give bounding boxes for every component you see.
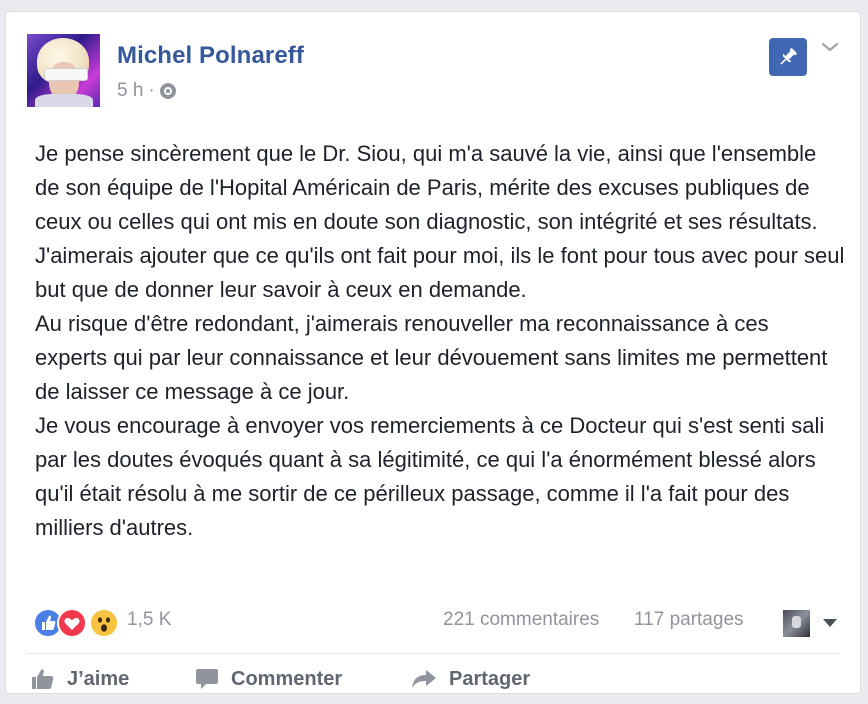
comment-icon <box>196 669 218 689</box>
comment-label: Commenter <box>231 667 343 690</box>
post-paragraph: Je vous encourage à envoyer vos remercie… <box>35 413 825 540</box>
pin-icon <box>780 48 797 65</box>
caret-down-icon[interactable] <box>823 619 837 627</box>
page-avatar-selector[interactable] <box>783 610 810 637</box>
like-button[interactable]: J’aime <box>31 660 129 698</box>
avatar-glasses <box>44 68 88 81</box>
post-paragraph: Je pense sincèrement que le Dr. Siou, qu… <box>35 141 818 234</box>
share-icon <box>412 670 436 688</box>
love-reaction-icon[interactable] <box>57 608 87 638</box>
reaction-count[interactable]: 1,5 K <box>127 609 171 631</box>
shares-count[interactable]: 117 partages <box>634 609 744 631</box>
comment-button[interactable]: Commenter <box>195 660 342 698</box>
author-avatar[interactable] <box>27 34 100 107</box>
chevron-down-icon[interactable] <box>820 40 840 54</box>
post-paragraph: Au risque d'être redondant, j'aimerais r… <box>35 311 828 404</box>
like-label: J’aime <box>67 667 130 690</box>
post-card: Michel Polnareff 5 h · Je pense sincèrem… <box>5 11 861 694</box>
post-meta: 5 h · <box>117 80 176 102</box>
author-name[interactable]: Michel Polnareff <box>117 42 304 70</box>
globe-icon[interactable] <box>159 83 176 99</box>
action-bar: J’aime Commenter Partager <box>27 660 839 700</box>
comments-count[interactable]: 221 commentaires <box>443 609 599 631</box>
post-text: Je pense sincèrement que le Dr. Siou, qu… <box>35 137 845 545</box>
pin-button[interactable] <box>769 38 807 76</box>
meta-separator: · <box>148 80 155 101</box>
thumbs-up-icon <box>32 669 54 689</box>
reactions-bar: 1,5 K 221 commentaires 117 partages <box>33 605 853 638</box>
share-label: Partager <box>449 667 531 690</box>
share-button[interactable]: Partager <box>411 660 530 698</box>
post-paragraph: J'aimerais ajouter que ce qu'ils ont fai… <box>35 243 845 302</box>
post-time[interactable]: 5 h <box>117 80 143 102</box>
divider <box>27 653 839 654</box>
avatar-body <box>35 94 93 107</box>
wow-reaction-icon[interactable] <box>89 608 119 638</box>
